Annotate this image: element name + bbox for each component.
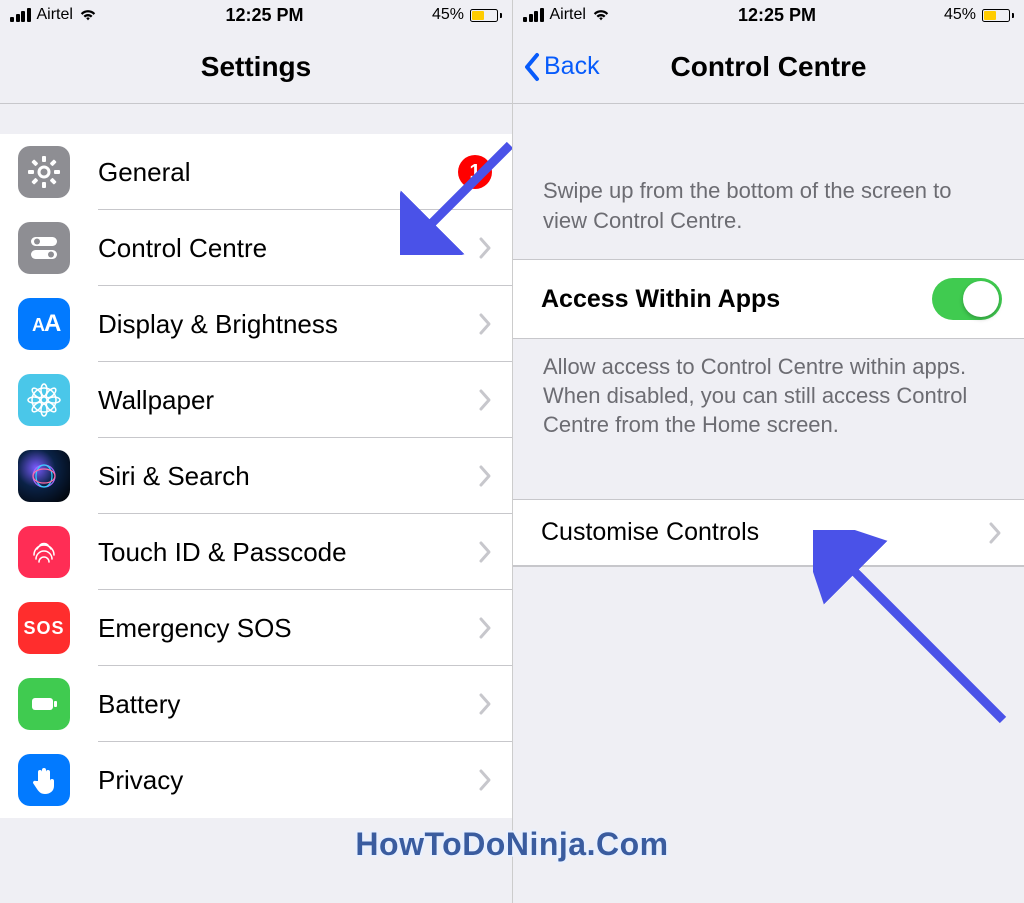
chevron-right-icon: [478, 692, 492, 716]
settings-row-display-brightness[interactable]: AA Display & Brightness: [0, 286, 512, 362]
settings-list: General 1 Control Centre AA: [0, 134, 512, 818]
wifi-icon: [79, 8, 97, 22]
chevron-right-icon: [478, 236, 492, 260]
status-bar: Airtel 12:25 PM 45%: [513, 0, 1024, 30]
chevron-right-icon: [478, 540, 492, 564]
status-bar: Airtel 12:25 PM 45%: [0, 0, 512, 30]
wifi-icon: [592, 8, 610, 22]
control-centre-title: Control Centre: [671, 51, 867, 83]
customise-controls-label: Customise Controls: [541, 518, 759, 547]
notification-badge: 1: [458, 155, 492, 189]
status-left: Airtel: [10, 6, 97, 24]
settings-row-touch-id[interactable]: Touch ID & Passcode: [0, 514, 512, 590]
battery-icon: [470, 9, 502, 22]
status-right: 45%: [944, 6, 1014, 24]
chevron-left-icon: [523, 52, 540, 82]
fingerprint-icon: [18, 526, 70, 578]
status-left: Airtel: [523, 6, 610, 24]
access-within-apps-toggle[interactable]: [932, 278, 1002, 320]
cell-signal-icon: [10, 8, 31, 22]
cell-signal-icon: [523, 8, 544, 22]
access-within-apps-footer: Allow access to Control Centre within ap…: [513, 339, 1024, 459]
back-button[interactable]: Back: [523, 52, 600, 82]
back-label: Back: [544, 52, 600, 81]
siri-icon: [18, 450, 70, 502]
settings-row-sos-label: Emergency SOS: [70, 613, 478, 644]
chevron-right-icon: [478, 312, 492, 336]
chevron-right-icon: [478, 616, 492, 640]
chevron-right-icon: [988, 521, 1002, 545]
status-time: 12:25 PM: [738, 5, 816, 26]
settings-row-emergency-sos[interactable]: SOS Emergency SOS: [0, 590, 512, 666]
customise-controls-row[interactable]: Customise Controls: [513, 499, 1024, 566]
settings-row-battery[interactable]: Battery: [0, 666, 512, 742]
settings-nav-header: Settings: [0, 30, 512, 104]
battery-row-icon: [18, 678, 70, 730]
settings-row-privacy[interactable]: Privacy: [0, 742, 512, 818]
access-within-apps-label: Access Within Apps: [541, 285, 780, 314]
toggles-icon: [18, 222, 70, 274]
chevron-right-icon: [478, 768, 492, 792]
settings-screen: Airtel 12:25 PM 45% Settings General: [0, 0, 512, 903]
control-centre-screen: Airtel 12:25 PM 45% Back Control Centre …: [512, 0, 1024, 903]
carrier-label: Airtel: [550, 6, 586, 24]
flower-icon: [18, 374, 70, 426]
settings-row-touchid-label: Touch ID & Passcode: [70, 537, 478, 568]
settings-row-battery-label: Battery: [70, 689, 478, 720]
status-time: 12:25 PM: [225, 5, 303, 26]
settings-title: Settings: [201, 51, 311, 83]
access-within-apps-row: Access Within Apps: [513, 259, 1024, 339]
carrier-label: Airtel: [37, 6, 73, 24]
gear-icon: [18, 146, 70, 198]
settings-row-privacy-label: Privacy: [70, 765, 478, 796]
status-right: 45%: [432, 6, 502, 24]
settings-row-display-label: Display & Brightness: [70, 309, 478, 340]
svg-text:A: A: [44, 310, 61, 337]
battery-percentage: 45%: [944, 6, 976, 24]
sos-text: SOS: [23, 618, 64, 639]
control-centre-nav-header: Back Control Centre: [513, 30, 1024, 104]
settings-row-control-centre-label: Control Centre: [70, 233, 478, 264]
settings-row-general-label: General: [70, 157, 458, 188]
control-centre-intro: Swipe up from the bottom of the screen t…: [513, 154, 1024, 259]
settings-row-general[interactable]: General 1: [0, 134, 512, 210]
settings-row-siri-search[interactable]: Siri & Search: [0, 438, 512, 514]
watermark-text: HowToDoNinja.Com: [355, 826, 668, 863]
battery-icon: [982, 9, 1014, 22]
sos-icon: SOS: [18, 602, 70, 654]
settings-row-control-centre[interactable]: Control Centre: [0, 210, 512, 286]
text-size-icon: AA: [18, 298, 70, 350]
chevron-right-icon: [478, 388, 492, 412]
battery-percentage: 45%: [432, 6, 464, 24]
settings-row-wallpaper-label: Wallpaper: [70, 385, 478, 416]
settings-row-wallpaper[interactable]: Wallpaper: [0, 362, 512, 438]
hand-icon: [18, 754, 70, 806]
chevron-right-icon: [478, 464, 492, 488]
settings-row-siri-label: Siri & Search: [70, 461, 478, 492]
